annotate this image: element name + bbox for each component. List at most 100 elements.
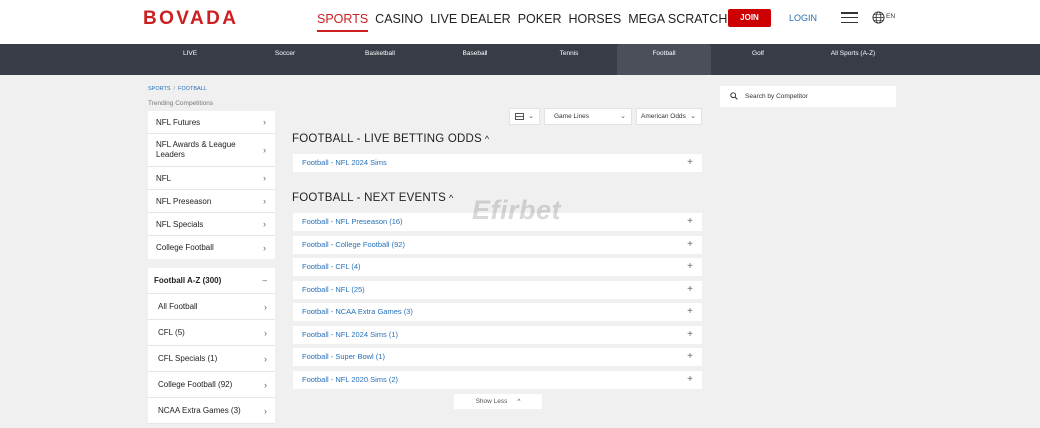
event-row-label: Football - NFL 2024 Sims (1) [302, 330, 399, 339]
market-type-value: Game Lines [554, 113, 590, 120]
expand-plus-icon[interactable]: + [687, 303, 693, 321]
chevron-down-icon: ⌄ [528, 113, 534, 120]
odds-format-select[interactable]: American Odds ⌄ [636, 108, 702, 125]
event-row-label: Football - NCAA Extra Games (3) [302, 307, 413, 316]
view-toggle-dropdown[interactable]: ⌄ [509, 108, 540, 125]
event-row[interactable]: Football - NFL (25) + [293, 281, 702, 299]
competitor-search [720, 86, 896, 107]
collapse-minus-icon[interactable]: – [263, 268, 267, 294]
sidebar-item-college-football[interactable]: College Football › [148, 236, 275, 259]
chevron-right-icon: › [264, 380, 267, 390]
event-row-label: Football - NFL 2024 Sims [302, 158, 387, 167]
sports-tab-golf[interactable]: Golf [745, 44, 771, 75]
expand-plus-icon[interactable]: + [687, 326, 693, 344]
event-row[interactable]: Football - NFL 2020 Sims (2) + [293, 371, 702, 389]
sidebar-item-nfl-preseason[interactable]: NFL Preseason › [148, 190, 275, 213]
join-button[interactable]: JOIN [728, 9, 771, 27]
event-row[interactable]: Football - NCAA Extra Games (3) + [293, 303, 702, 321]
az-item-ncaa-extra-games[interactable]: NCAA Extra Games (3) › [148, 398, 275, 424]
sidebar-item-nfl-futures[interactable]: NFL Futures › [148, 111, 275, 134]
az-item-cfl[interactable]: CFL (5) › [148, 320, 275, 346]
expand-plus-icon[interactable]: + [687, 213, 693, 231]
breadcrumb: SPORTS / FOOTBALL [148, 86, 207, 92]
az-item-all-football[interactable]: All Football › [148, 294, 275, 320]
bovada-logo[interactable]: BOVADA [143, 8, 238, 30]
expand-plus-icon[interactable]: + [687, 258, 693, 276]
breadcrumb-separator: / [173, 86, 176, 92]
az-item-cfl-specials[interactable]: CFL Specials (1) › [148, 346, 275, 372]
sports-tab-soccer[interactable]: Soccer [265, 44, 305, 75]
event-row[interactable]: Football - NFL 2024 Sims + [293, 154, 702, 172]
sports-tab-baseball[interactable]: Baseball [455, 44, 495, 75]
grid-view-icon [515, 113, 524, 120]
chevron-right-icon: › [263, 196, 266, 206]
nav-casino[interactable]: CASINO [375, 11, 423, 32]
event-row-label: Football - NFL Preseason (16) [302, 217, 403, 226]
expand-plus-icon[interactable]: + [687, 236, 693, 254]
chevron-right-icon: › [263, 173, 266, 183]
sports-tab-all-sports[interactable]: All Sports (A-Z) [822, 44, 884, 75]
nav-live-dealer[interactable]: LIVE DEALER [430, 11, 511, 32]
chevron-down-icon: ⌄ [620, 113, 626, 120]
competitor-search-input[interactable] [745, 90, 890, 103]
chevron-right-icon: › [264, 302, 267, 312]
trending-competitions-list: NFL Futures › NFL Awards & League Leader… [148, 111, 275, 259]
event-row[interactable]: Football - Super Bowl (1) + [293, 348, 702, 366]
chevron-right-icon: › [263, 242, 266, 253]
nav-poker[interactable]: POKER [518, 11, 562, 32]
sidebar-item-label: NFL Futures [156, 117, 201, 127]
event-row[interactable]: Football - NFL 2024 Sims (1) + [293, 326, 702, 344]
chevron-right-icon: › [264, 354, 267, 364]
football-az-label: Football A-Z (300) [154, 276, 222, 285]
chevron-up-icon[interactable]: ^ [485, 134, 489, 144]
top-header: BOVADA SPORTS CASINO LIVE DEALER POKER H… [0, 0, 1040, 44]
breadcrumb-football[interactable]: FOOTBALL [178, 86, 207, 92]
event-row-label: Football - College Football (92) [302, 240, 405, 249]
chevron-right-icon: › [263, 145, 266, 155]
expand-plus-icon[interactable]: + [687, 281, 693, 299]
nav-horses[interactable]: HORSES [568, 11, 621, 32]
breadcrumb-sports[interactable]: SPORTS [148, 86, 171, 92]
sports-tab-basketball[interactable]: Basketball [358, 44, 402, 75]
chevron-right-icon: › [264, 406, 267, 416]
expand-plus-icon[interactable]: + [687, 371, 693, 389]
chevron-up-icon[interactable]: ^ [449, 193, 453, 203]
live-section-header[interactable]: FOOTBALL - LIVE BETTING ODDS ^ [292, 133, 489, 145]
sidebar-item-label: NFL [156, 173, 172, 183]
efirbet-watermark: Efirbet [472, 195, 562, 225]
event-row-label: Football - NFL 2020 Sims (2) [302, 375, 399, 384]
az-item-label: College Football (92) [158, 380, 233, 389]
sidebar-item-label: NFL Awards & League Leaders [156, 140, 236, 159]
az-item-college-football[interactable]: College Football (92) › [148, 372, 275, 398]
az-item-label: CFL (5) [158, 328, 185, 337]
sports-tab-football[interactable]: Football [617, 44, 711, 75]
market-type-select[interactable]: Game Lines ⌄ [544, 108, 632, 125]
chevron-up-icon: ^ [517, 398, 521, 405]
nav-sports[interactable]: SPORTS [317, 11, 369, 32]
sports-nav: LIVE Soccer Basketball Baseball Tennis F… [0, 44, 1040, 75]
show-less-button[interactable]: Show Less ^ [454, 394, 542, 409]
football-az-list: All Football › CFL (5) › CFL Specials (1… [148, 294, 275, 424]
show-less-label: Show Less [475, 398, 508, 405]
event-row-label: Football - NFL (25) [302, 285, 365, 294]
next-events-section-title: FOOTBALL - NEXT EVENTS [292, 192, 446, 204]
chevron-right-icon: › [263, 117, 266, 127]
hamburger-menu-icon[interactable] [841, 12, 858, 24]
sports-tab-live[interactable]: LIVE [175, 44, 205, 75]
chevron-right-icon: › [264, 328, 267, 338]
login-link[interactable]: LOGIN [789, 13, 817, 23]
expand-plus-icon[interactable]: + [687, 348, 693, 366]
expand-plus-icon[interactable]: + [687, 154, 693, 172]
event-row[interactable]: Football - College Football (92) + [293, 236, 702, 254]
globe-icon[interactable] [872, 11, 885, 24]
sidebar-item-nfl-awards[interactable]: NFL Awards & League Leaders › [148, 134, 275, 167]
sidebar-item-nfl[interactable]: NFL › [148, 167, 275, 190]
next-events-section-header[interactable]: FOOTBALL - NEXT EVENTS ^ [292, 192, 453, 204]
football-az-header[interactable]: Football A-Z (300) – [148, 268, 275, 294]
az-item-label: NCAA Extra Games (3) [158, 406, 241, 415]
chevron-down-icon: ⌄ [690, 113, 696, 120]
language-selector[interactable]: EN [886, 13, 895, 20]
sports-tab-tennis[interactable]: Tennis [552, 44, 586, 75]
sidebar-item-nfl-specials[interactable]: NFL Specials › [148, 213, 275, 236]
event-row[interactable]: Football - CFL (4) + [293, 258, 702, 276]
